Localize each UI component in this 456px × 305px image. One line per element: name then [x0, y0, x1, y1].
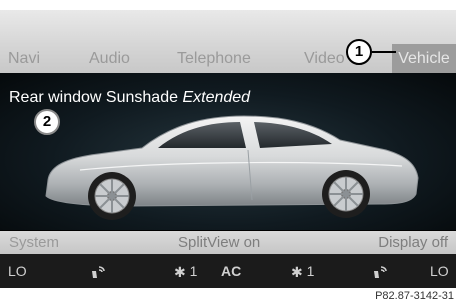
tab-vehicle[interactable]: Vehicle — [392, 44, 456, 73]
right-temperature[interactable]: LO — [430, 263, 449, 279]
sunshade-status-text: Rear window Sunshade Extended — [9, 89, 250, 107]
left-temperature[interactable]: LO — [8, 263, 27, 279]
system-button[interactable]: System — [9, 234, 59, 251]
callout-1: 1 — [346, 39, 372, 65]
callout-1-leader — [372, 51, 396, 53]
fan-icon: ✱ — [174, 263, 186, 280]
main-menu-tabs: Navi Audio Telephone Video Vehicle — [0, 44, 456, 73]
tab-video[interactable]: Video — [304, 50, 352, 68]
vehicle-image — [45, 115, 419, 220]
rear-wheel — [322, 170, 370, 218]
tab-telephone[interactable]: Telephone — [177, 50, 251, 68]
splitview-button[interactable]: SplitView on — [178, 234, 260, 251]
fan-icon: ✱ — [291, 263, 303, 280]
tab-navi[interactable]: Navi — [8, 50, 40, 68]
right-fan-speed[interactable]: ✱ 1 — [291, 263, 314, 281]
right-fan-value: 1 — [306, 263, 315, 279]
ac-button[interactable]: AC — [221, 263, 241, 279]
display-off-button[interactable]: Display off — [378, 234, 448, 251]
seat-airflow-icon[interactable] — [372, 263, 388, 279]
tab-audio[interactable]: Audio — [89, 50, 130, 68]
left-fan-value: 1 — [189, 263, 198, 279]
top-bar: Navi Audio Telephone Video Vehicle — [0, 10, 456, 73]
climate-bar: LO ✱ 1 AC ✱ 1 LO — [0, 254, 456, 288]
figure-reference: P82.87-3142-31 — [375, 290, 454, 302]
left-fan-speed[interactable]: ✱ 1 — [174, 263, 197, 281]
callout-2: 2 — [34, 109, 60, 135]
status-value: Extended — [182, 89, 251, 106]
bottom-status-bar: System SplitView on Display off — [0, 231, 456, 254]
seat-airflow-icon[interactable] — [90, 263, 106, 279]
status-label: Rear window Sunshade — [9, 89, 178, 106]
front-wheel — [88, 172, 136, 220]
